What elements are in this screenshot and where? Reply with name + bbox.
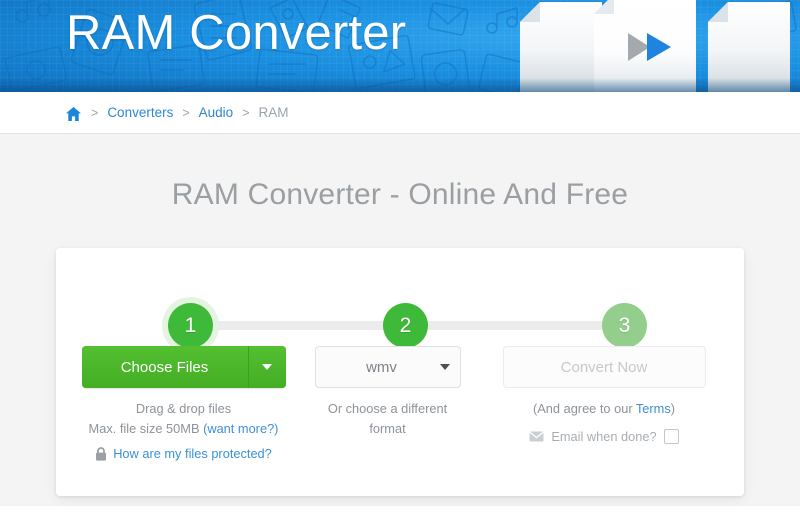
- upload-column: Choose Files Drag & drop files Max. file…: [76, 346, 291, 461]
- breadcrumb-item-ram: RAM: [259, 105, 289, 120]
- choose-files-split-button: Choose Files: [82, 346, 286, 388]
- breadcrumb: > Converters > Audio > RAM: [66, 92, 289, 133]
- email-when-done-row: Email when done?: [484, 429, 724, 444]
- envelope-icon: [529, 431, 544, 442]
- page-bottom-strip: [0, 506, 800, 518]
- step-indicator: 1 2 3: [56, 276, 744, 342]
- step-1-number: 1: [168, 303, 213, 348]
- breadcrumb-separator: >: [241, 106, 250, 120]
- max-size-row: Max. file size 50MB (want more?): [76, 419, 291, 439]
- max-size-label: Max. file size 50MB: [89, 421, 200, 436]
- lock-icon: [95, 447, 107, 461]
- convert-column: Convert Now (And agree to our Terms) Ema…: [484, 346, 724, 444]
- breadcrumb-separator: >: [90, 106, 99, 120]
- format-select[interactable]: wmv: [315, 346, 461, 388]
- page-title: RAM Converter - Online And Free: [0, 178, 800, 212]
- email-when-done-label: Email when done?: [551, 429, 656, 444]
- step-2-number: 2: [383, 303, 428, 348]
- choose-files-dropdown-button[interactable]: [249, 346, 286, 388]
- home-icon[interactable]: [66, 107, 81, 121]
- terms-link[interactable]: Terms: [636, 401, 671, 416]
- drag-drop-label: Drag & drop files: [76, 399, 291, 419]
- banner-document-art: [510, 0, 800, 92]
- format-helper-line-1: Or choose a different: [304, 399, 471, 419]
- format-helper-line-2: format: [304, 419, 471, 439]
- choose-files-button[interactable]: Choose Files: [82, 346, 249, 388]
- document-page-right: [708, 2, 790, 92]
- files-protected-row: How are my files protected?: [76, 446, 291, 461]
- upload-helper-text: Drag & drop files Max. file size 50MB (w…: [76, 399, 291, 439]
- want-more-link[interactable]: (want more?): [203, 421, 278, 436]
- banner-title: RAM Converter: [66, 5, 406, 61]
- step-3-number: 3: [602, 303, 647, 348]
- document-page-left: [520, 2, 602, 92]
- breadcrumb-bar: > Converters > Audio > RAM: [0, 92, 800, 134]
- format-selected-value: wmv: [316, 359, 430, 376]
- site-banner: RAM Converter: [0, 0, 800, 92]
- agree-suffix-label: ): [671, 401, 675, 416]
- chevron-down-icon: [262, 364, 272, 370]
- converter-columns: Choose Files Drag & drop files Max. file…: [56, 346, 744, 492]
- convert-now-button[interactable]: Convert Now: [503, 346, 706, 388]
- agree-prefix-label: (And agree to our: [533, 401, 636, 416]
- converter-card: 1 2 3 Choose Files Drag & drop fi: [56, 248, 744, 496]
- email-when-done-checkbox[interactable]: [664, 429, 679, 444]
- chevron-down-icon: [430, 364, 460, 370]
- files-protected-link[interactable]: How are my files protected?: [113, 446, 272, 461]
- breadcrumb-separator: >: [181, 106, 190, 120]
- page-root: RAM Converter: [0, 0, 800, 518]
- breadcrumb-item-converters[interactable]: Converters: [107, 105, 173, 120]
- terms-row: (And agree to our Terms): [484, 399, 724, 419]
- breadcrumb-item-audio[interactable]: Audio: [199, 105, 234, 120]
- format-helper-text: Or choose a different format: [304, 399, 471, 439]
- format-column: wmv Or choose a different format: [304, 346, 471, 439]
